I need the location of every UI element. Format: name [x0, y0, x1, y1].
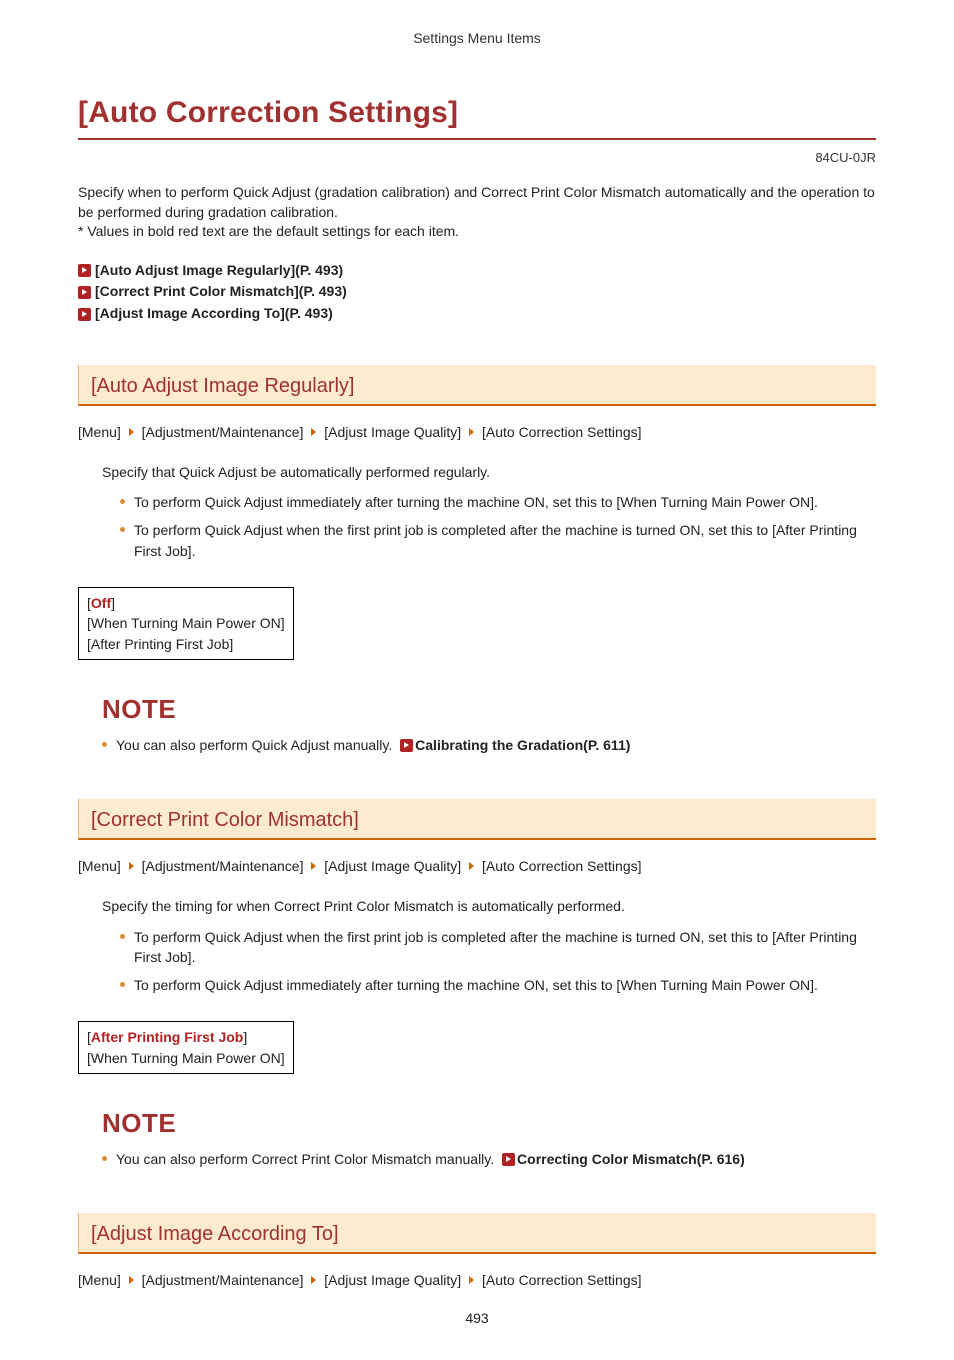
options-box: [Off] [When Turning Main Power ON] [Afte… — [78, 587, 294, 660]
breadcrumb: [Menu] [Adjustment/Maintenance] [Adjust … — [78, 1272, 876, 1288]
breadcrumb: [Menu] [Adjustment/Maintenance] [Adjust … — [78, 424, 876, 440]
bullet-list: To perform Quick Adjust when the first p… — [120, 927, 876, 996]
section-heading-color-mismatch: [Correct Print Color Mismatch] — [78, 799, 876, 840]
section-heading-adjust-according-to: [Adjust Image According To] — [78, 1213, 876, 1254]
chevron-right-icon — [311, 1276, 316, 1284]
title-rule — [78, 138, 876, 140]
breadcrumb-item: [Adjust Image Quality] — [324, 858, 461, 874]
list-item: To perform Quick Adjust when the first p… — [120, 927, 876, 968]
option-default: [Off] — [87, 593, 285, 613]
option-default-value: Off — [91, 595, 111, 611]
chevron-right-icon — [311, 428, 316, 436]
toc-item-label: [Correct Print Color Mismatch](P. 493) — [95, 281, 347, 303]
option-default: [After Printing First Job] — [87, 1027, 285, 1047]
toc-item-label: [Auto Adjust Image Regularly](P. 493) — [95, 260, 343, 282]
toc-item[interactable]: [Adjust Image According To](P. 493) — [78, 303, 876, 325]
note-heading: NOTE — [78, 694, 876, 725]
note-link[interactable]: Calibrating the Gradation(P. 611) — [415, 737, 630, 753]
breadcrumb-item: [Menu] — [78, 1272, 121, 1288]
toc-item[interactable]: [Correct Print Color Mismatch](P. 493) — [78, 281, 876, 303]
section-body: Specify the timing for when Correct Prin… — [78, 896, 876, 995]
section-heading-label: [Correct Print Color Mismatch] — [91, 809, 359, 831]
section-lead: Specify the timing for when Correct Prin… — [102, 896, 876, 916]
breadcrumb-item: [Auto Correction Settings] — [482, 424, 642, 440]
chevron-right-icon — [311, 862, 316, 870]
breadcrumb-item: [Menu] — [78, 858, 121, 874]
chevron-right-icon — [469, 1276, 474, 1284]
section-lead: Specify that Quick Adjust be automatical… — [102, 462, 876, 482]
breadcrumb-item: [Auto Correction Settings] — [482, 1272, 642, 1288]
section-heading-label: [Auto Adjust Image Regularly] — [91, 375, 354, 397]
option-item: [After Printing First Job] — [87, 634, 285, 654]
option-item: [When Turning Main Power ON] — [87, 613, 285, 633]
chevron-right-icon — [129, 862, 134, 870]
chevron-right-icon — [129, 428, 134, 436]
list-item: To perform Quick Adjust when the first p… — [120, 520, 876, 561]
breadcrumb-item: [Adjustment/Maintenance] — [142, 424, 304, 440]
play-icon — [78, 264, 91, 277]
intro-paragraph-1: Specify when to perform Quick Adjust (gr… — [78, 183, 876, 222]
breadcrumb-item: [Adjust Image Quality] — [324, 424, 461, 440]
breadcrumb-item: [Adjustment/Maintenance] — [142, 1272, 304, 1288]
list-item: To perform Quick Adjust immediately afte… — [120, 492, 876, 512]
chevron-right-icon — [469, 862, 474, 870]
list-item: You can also perform Quick Adjust manual… — [102, 735, 876, 755]
breadcrumb-item: [Menu] — [78, 424, 121, 440]
breadcrumb: [Menu] [Adjustment/Maintenance] [Adjust … — [78, 858, 876, 874]
intro-paragraph-2: * Values in bold red text are the defaul… — [78, 222, 876, 242]
list-item: You can also perform Correct Print Color… — [102, 1149, 876, 1169]
page-title: [Auto Correction Settings] — [78, 96, 876, 130]
play-icon — [502, 1153, 515, 1166]
section-heading-auto-adjust: [Auto Adjust Image Regularly] — [78, 365, 876, 406]
note-heading: NOTE — [78, 1108, 876, 1139]
note-text: You can also perform Correct Print Color… — [116, 1151, 498, 1167]
note-text: You can also perform Quick Adjust manual… — [116, 737, 396, 753]
note-link[interactable]: Correcting Color Mismatch(P. 616) — [517, 1151, 745, 1167]
intro-text: Specify when to perform Quick Adjust (gr… — [78, 183, 876, 242]
play-icon — [400, 739, 413, 752]
play-icon — [78, 286, 91, 299]
toc-item-label: [Adjust Image According To](P. 493) — [95, 303, 333, 325]
option-default-value: After Printing First Job — [91, 1029, 243, 1045]
note-block: You can also perform Correct Print Color… — [78, 1149, 876, 1169]
running-header: Settings Menu Items — [78, 30, 876, 46]
toc: [Auto Adjust Image Regularly](P. 493) [C… — [78, 260, 876, 325]
chevron-right-icon — [129, 1276, 134, 1284]
option-item: [When Turning Main Power ON] — [87, 1048, 285, 1068]
toc-item[interactable]: [Auto Adjust Image Regularly](P. 493) — [78, 260, 876, 282]
options-box: [After Printing First Job] [When Turning… — [78, 1021, 294, 1074]
breadcrumb-item: [Adjustment/Maintenance] — [142, 858, 304, 874]
section-heading-label: [Adjust Image According To] — [91, 1223, 339, 1245]
chevron-right-icon — [469, 428, 474, 436]
breadcrumb-item: [Adjust Image Quality] — [324, 1272, 461, 1288]
list-item: To perform Quick Adjust immediately afte… — [120, 975, 876, 995]
bullet-list: To perform Quick Adjust immediately afte… — [120, 492, 876, 561]
play-icon — [78, 308, 91, 321]
note-block: You can also perform Quick Adjust manual… — [78, 735, 876, 755]
section-body: Specify that Quick Adjust be automatical… — [78, 462, 876, 561]
breadcrumb-item: [Auto Correction Settings] — [482, 858, 642, 874]
page-number: 493 — [0, 1310, 954, 1326]
document-id: 84CU-0JR — [78, 150, 876, 165]
